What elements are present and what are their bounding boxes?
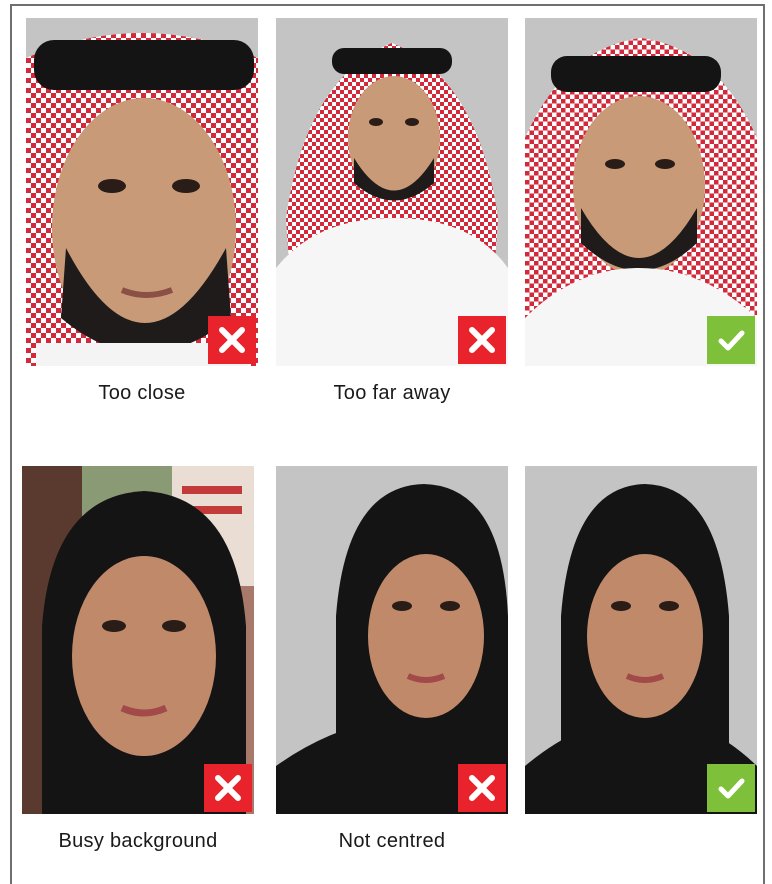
caption-not-centred: Not centred [338,830,446,852]
man-portrait-correct [525,18,757,366]
woman-portrait-off-centre [276,466,508,814]
cross-icon [215,775,241,801]
check-badge [707,316,755,364]
man-portrait-closeup [26,18,258,366]
check-icon [718,778,745,799]
cross-icon [469,327,495,353]
man-portrait-far [276,18,508,366]
photo-not-centred [276,466,508,814]
woman-portrait-correct [525,466,757,814]
photo-correct-man [525,18,757,366]
photo-busy-background [22,466,254,814]
cross-badge [208,316,256,364]
photo-too-close [26,18,258,366]
cross-icon [219,327,245,353]
caption-too-close: Too close [98,382,186,404]
photo-too-far-away [276,18,508,366]
woman-portrait-busy-background [22,466,254,814]
cross-badge [458,316,506,364]
cross-icon [469,775,495,801]
caption-too-far-away: Too far away [333,382,451,404]
photo-correct-woman [525,466,757,814]
caption-busy-background: Busy background [58,830,218,852]
cross-badge [458,764,506,812]
cross-badge [204,764,252,812]
check-badge [707,764,755,812]
check-icon [718,330,745,351]
